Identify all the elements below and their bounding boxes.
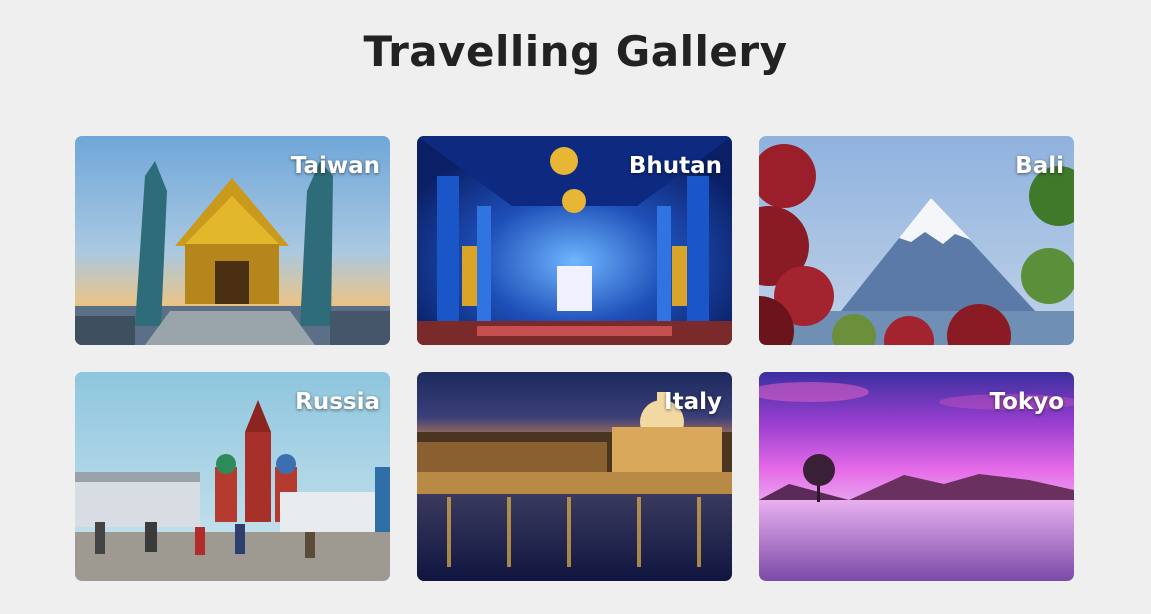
card-label-bhutan: Bhutan (628, 153, 722, 179)
card-label-bali: Bali (1015, 153, 1064, 179)
gallery-grid: Taiwan Bhutan Bali Russia Italy Tokyo (75, 136, 1074, 581)
gallery-card-russia[interactable]: Russia (75, 372, 390, 581)
card-label-russia: Russia (295, 389, 380, 415)
page-title: Travelling Gallery (363, 27, 788, 76)
gallery-card-bali[interactable]: Bali (759, 136, 1074, 345)
card-label-taiwan: Taiwan (290, 153, 380, 179)
gallery-card-bhutan[interactable]: Bhutan (417, 136, 732, 345)
card-label-italy: Italy (664, 389, 722, 415)
card-label-tokyo: Tokyo (989, 389, 1064, 415)
gallery-page: Travelling Gallery Taiwan Bhutan Bali Ru… (0, 0, 1151, 614)
gallery-card-italy[interactable]: Italy (417, 372, 732, 581)
gallery-card-tokyo[interactable]: Tokyo (759, 372, 1074, 581)
gallery-card-taiwan[interactable]: Taiwan (75, 136, 390, 345)
